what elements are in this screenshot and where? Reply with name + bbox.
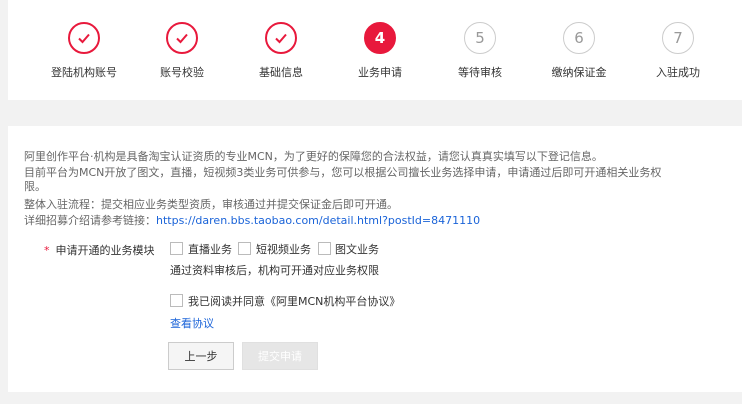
- step-label: 入驻成功: [656, 66, 700, 79]
- business-module-label: * 申请开通的业务模块: [44, 242, 155, 258]
- step-4: 4 业务申请: [330, 22, 430, 80]
- intro-link-prefix: 详细招募介绍请参考链接：: [24, 214, 156, 227]
- step-3: 基础信息: [231, 22, 331, 80]
- business-hint: 通过资料审核后，机构可开通对应业务权限: [170, 264, 379, 277]
- submit-button[interactable]: 提交申请: [242, 342, 318, 370]
- step-5: 5 等待审核: [430, 22, 530, 80]
- step-label: 基础信息: [259, 66, 303, 79]
- step-label: 缴纳保证金: [551, 66, 607, 79]
- intro-line-2: 目前平台为MCN开放了图文，直播，短视频3类业务可供参与，您可以根据公司擅长业务…: [24, 166, 662, 193]
- article-checkbox[interactable]: [318, 242, 331, 255]
- step-label: 业务申请: [358, 66, 402, 79]
- step-label: 登陆机构账号: [51, 66, 117, 79]
- intro-line-4: 详细招募介绍请参考链接：https://daren.bbs.taobao.com…: [24, 214, 664, 228]
- step-label: 等待审核: [458, 66, 502, 79]
- short-video-option-label[interactable]: 短视频业务: [256, 241, 311, 257]
- step-number: 7: [662, 22, 694, 54]
- intro-line-3: 整体入驻流程：提交相应业务类型资质，审核通过并提交保证金后即可开通。: [24, 198, 398, 211]
- step-number: 5: [464, 22, 496, 54]
- short-video-checkbox[interactable]: [238, 242, 251, 255]
- step-number: 4: [364, 22, 396, 54]
- agree-checkbox[interactable]: [170, 294, 183, 307]
- step-2: 账号校验: [132, 22, 232, 80]
- step-label: 账号校验: [160, 66, 204, 79]
- live-option-label[interactable]: 直播业务: [188, 241, 232, 257]
- agreement-text[interactable]: 我已阅读并同意《阿里MCN机构平台协议》: [188, 293, 400, 309]
- business-module-label-text: 申请开通的业务模块: [55, 244, 155, 257]
- step-7: 7 入驻成功: [628, 22, 728, 80]
- step-6: 6 缴纳保证金: [529, 22, 629, 80]
- prev-button[interactable]: 上一步: [168, 342, 234, 370]
- required-mark: *: [44, 244, 50, 257]
- intro-line-1: 阿里创作平台·机构是具备淘宝认证资质的专业MCN，为了更好的保障您的合法权益，请…: [24, 150, 603, 163]
- step-1: 登陆机构账号: [34, 22, 134, 80]
- check-icon: [265, 22, 297, 54]
- check-icon: [166, 22, 198, 54]
- recruit-link[interactable]: https://daren.bbs.taobao.com/detail.html…: [156, 214, 480, 227]
- step-number: 6: [563, 22, 595, 54]
- progress-steps: 登陆机构账号 账号校验 基础信息 4 业务申请 5 等待审核 6 缴纳保证金 7…: [8, 0, 742, 100]
- check-icon: [68, 22, 100, 54]
- article-option-label[interactable]: 图文业务: [335, 241, 379, 257]
- application-form: 阿里创作平台·机构是具备淘宝认证资质的专业MCN，为了更好的保障您的合法权益，请…: [8, 126, 742, 392]
- live-checkbox[interactable]: [170, 242, 183, 255]
- view-agreement-link[interactable]: 查看协议: [170, 315, 214, 331]
